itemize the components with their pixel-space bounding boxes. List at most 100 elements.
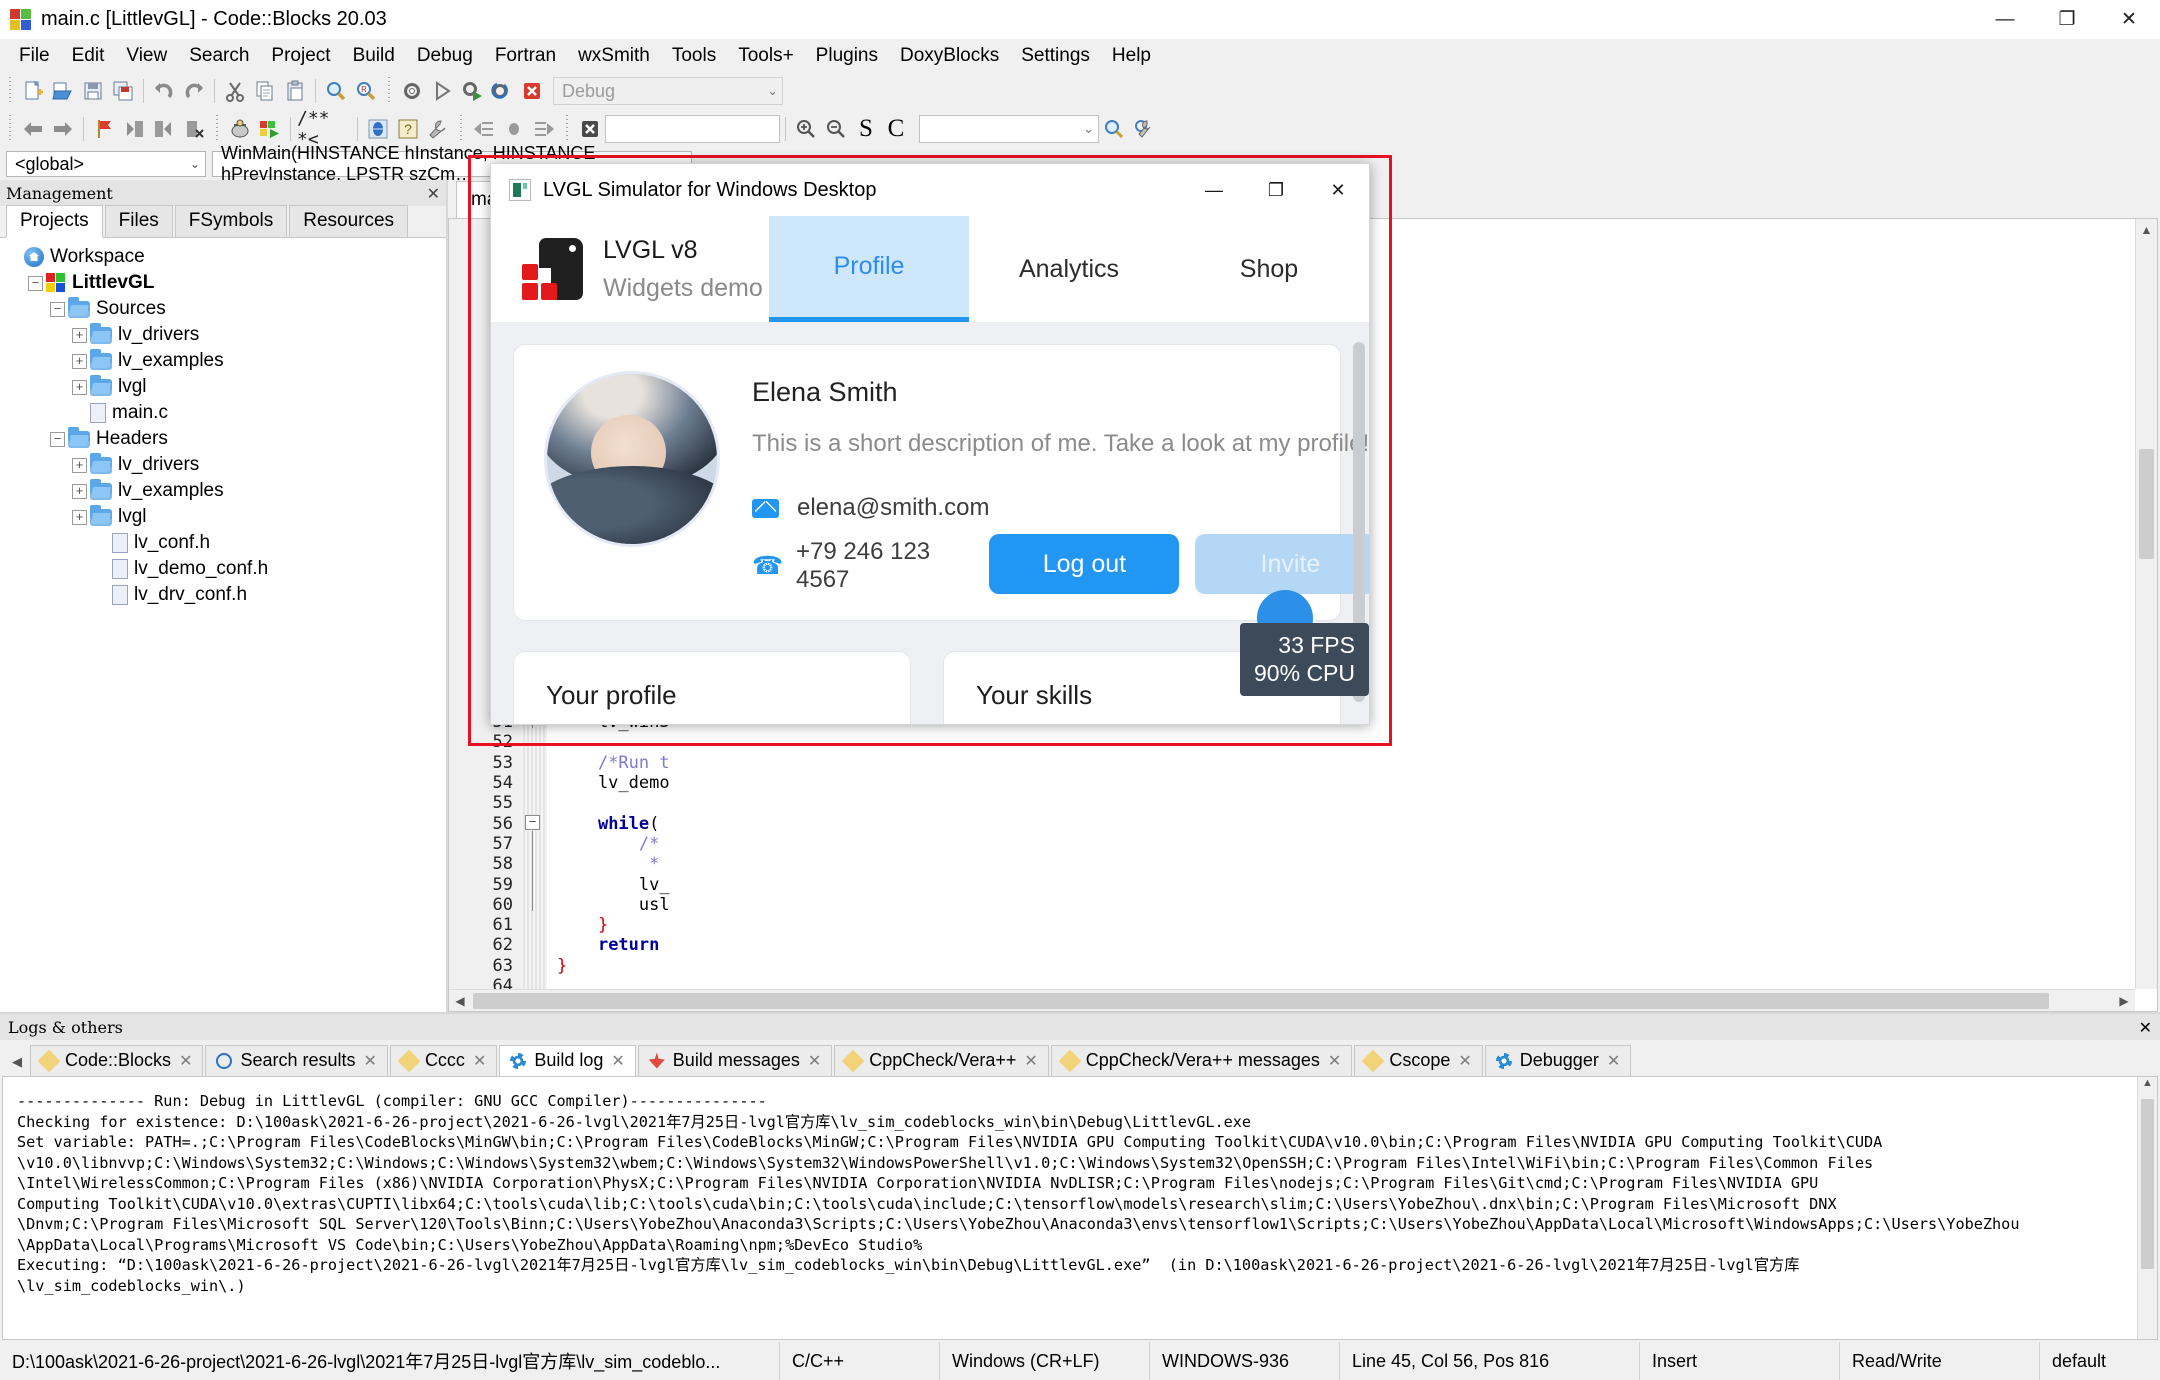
scroll-thumb[interactable] — [473, 993, 2049, 1009]
menu-help[interactable]: Help — [1101, 42, 1162, 70]
wrench-icon[interactable] — [424, 115, 452, 143]
tree-item-workspace[interactable]: Workspace — [6, 244, 446, 270]
find-icon[interactable] — [322, 77, 350, 105]
whole-word-button[interactable]: C — [882, 115, 910, 143]
simulator-canvas[interactable]: LVGL v8 Widgets demo ProfileAnalyticsSho… — [491, 216, 1369, 724]
fold-toggle-56[interactable]: − — [525, 815, 540, 830]
toolbar-grip[interactable] — [6, 77, 14, 105]
build-target-select[interactable]: Debug ⌄ — [553, 77, 783, 105]
scroll-up-icon[interactable]: ▲ — [2138, 1077, 2157, 1097]
logs-tab-build-log[interactable]: Build log✕ — [499, 1045, 635, 1076]
logs-scroll-left-icon[interactable]: ◀ — [6, 1048, 28, 1076]
menu-settings[interactable]: Settings — [1010, 42, 1101, 70]
close-icon[interactable]: ✕ — [1328, 1051, 1341, 1071]
menu-debug[interactable]: Debug — [406, 42, 484, 70]
clear-bookmarks-icon[interactable] — [180, 115, 208, 143]
menu-doxyblocks[interactable]: DoxyBlocks — [889, 42, 1010, 70]
menu-plugins[interactable]: Plugins — [805, 42, 889, 70]
tree-item-lv_examples[interactable]: +lv_examples — [6, 478, 446, 504]
rebuild-icon[interactable] — [488, 77, 516, 105]
zoom-out-icon[interactable] — [822, 115, 850, 143]
tab-resources[interactable]: Resources — [289, 205, 408, 237]
tab-fsymbols[interactable]: FSymbols — [175, 205, 287, 237]
scroll-thumb[interactable] — [2139, 449, 2154, 559]
logs-tab-cscope[interactable]: Cscope✕ — [1354, 1045, 1482, 1076]
debug-build-icon[interactable] — [226, 115, 254, 143]
menu-file[interactable]: File — [8, 42, 61, 70]
menu-build[interactable]: Build — [342, 42, 406, 70]
collapse-icon[interactable]: − — [28, 276, 43, 291]
menu-edit[interactable]: Edit — [61, 42, 116, 70]
new-file-icon[interactable] — [19, 77, 47, 105]
run-icon[interactable] — [428, 77, 456, 105]
tree-item-lvgl[interactable]: +lvgl — [6, 504, 446, 530]
collapse-icon[interactable]: − — [50, 432, 65, 447]
scope-global-select[interactable]: <global> ⌄ — [6, 151, 206, 177]
editor-vertical-scrollbar[interactable]: ▲ — [2135, 219, 2157, 989]
build-and-run-icon[interactable] — [458, 77, 486, 105]
scroll-thumb[interactable] — [2141, 1099, 2154, 1269]
tree-item-headers[interactable]: −Headers — [6, 426, 446, 452]
tree-item-lv_examples[interactable]: +lv_examples — [6, 348, 446, 374]
next-bookmark-icon[interactable] — [150, 115, 178, 143]
toolbar-grip-6[interactable] — [563, 115, 571, 143]
logs-tab-code-blocks[interactable]: Code::Blocks✕ — [30, 1045, 203, 1076]
scroll-right-icon[interactable]: ▶ — [2113, 994, 2135, 1008]
menu-tools[interactable]: Tools — [661, 42, 727, 70]
symbol-search-select[interactable]: ⌄ — [919, 115, 1099, 143]
close-icon[interactable]: ✕ — [364, 1051, 377, 1071]
expand-icon[interactable]: + — [72, 484, 87, 499]
collapse-icon[interactable]: − — [50, 302, 65, 317]
close-icon[interactable]: ✕ — [808, 1051, 821, 1071]
paste-icon[interactable] — [281, 77, 309, 105]
tree-item-lv_demo_conf.h[interactable]: lv_demo_conf.h — [6, 556, 446, 582]
project-tree[interactable]: Workspace−LittlevGL−Sources+lv_drivers+l… — [0, 238, 446, 1012]
help-icon[interactable]: ? — [394, 115, 422, 143]
menu-view[interactable]: View — [115, 42, 178, 70]
tree-item-lv_conf.h[interactable]: lv_conf.h — [6, 530, 446, 556]
close-icon[interactable]: ✕ — [2139, 1018, 2152, 1037]
close-icon[interactable]: ✕ — [1458, 1051, 1471, 1071]
break-icon[interactable] — [500, 115, 528, 143]
debug-run-icon[interactable] — [256, 115, 284, 143]
copy-icon[interactable] — [251, 77, 279, 105]
close-icon[interactable]: ✕ — [427, 184, 440, 203]
tab-projects[interactable]: Projects — [6, 205, 103, 238]
menu-project[interactable]: Project — [260, 42, 341, 70]
toolbar-grip-4[interactable] — [213, 115, 221, 143]
logs-tab-debugger[interactable]: Debugger✕ — [1485, 1045, 1631, 1076]
search-symbol-icon[interactable] — [1100, 115, 1128, 143]
zoom-in-icon[interactable] — [792, 115, 820, 143]
logs-tab-cppcheck-vera-[interactable]: CppCheck/Vera++✕ — [834, 1045, 1049, 1076]
tree-item-lv_drivers[interactable]: +lv_drivers — [6, 452, 446, 478]
maximize-button[interactable]: ❐ — [2036, 0, 2098, 40]
comment-icon[interactable]: /** *< — [297, 115, 351, 143]
expand-icon[interactable]: + — [72, 328, 87, 343]
tree-item-lv_drv_conf.h[interactable]: lv_drv_conf.h — [6, 582, 446, 608]
toolbar-grip-2[interactable] — [385, 77, 393, 105]
indent-right-icon[interactable] — [530, 115, 558, 143]
tree-item-main.c[interactable]: main.c — [6, 400, 446, 426]
lvgl-tab-shop[interactable]: Shop — [1169, 216, 1369, 322]
logs-tab-search-results[interactable]: Search results✕ — [205, 1045, 387, 1076]
simulator-close-button[interactable]: ✕ — [1307, 164, 1369, 216]
search-input[interactable] — [605, 115, 780, 143]
replace-icon[interactable]: R — [352, 77, 380, 105]
toolbar-grip-5[interactable] — [457, 115, 465, 143]
toolbar-grip-3[interactable] — [6, 115, 14, 143]
logs-tab-cppcheck-vera-messages[interactable]: CppCheck/Vera++ messages✕ — [1051, 1045, 1353, 1076]
close-icon[interactable]: ✕ — [611, 1051, 624, 1071]
logout-button[interactable]: Log out — [989, 534, 1179, 594]
prev-bookmark-icon[interactable] — [120, 115, 148, 143]
back-icon[interactable] — [19, 115, 47, 143]
logs-tab-build-messages[interactable]: Build messages✕ — [638, 1045, 832, 1076]
simulator-minimize-button[interactable]: — — [1183, 164, 1245, 216]
save-all-icon[interactable] — [109, 77, 137, 105]
simulator-maximize-button[interactable]: ❐ — [1245, 164, 1307, 216]
invite-button[interactable]: Invite — [1195, 534, 1369, 594]
lvgl-tab-analytics[interactable]: Analytics — [969, 216, 1169, 322]
menu-search[interactable]: Search — [178, 42, 260, 70]
expand-icon[interactable]: + — [72, 354, 87, 369]
expand-icon[interactable]: + — [72, 380, 87, 395]
configure-search-icon[interactable] — [1130, 115, 1158, 143]
